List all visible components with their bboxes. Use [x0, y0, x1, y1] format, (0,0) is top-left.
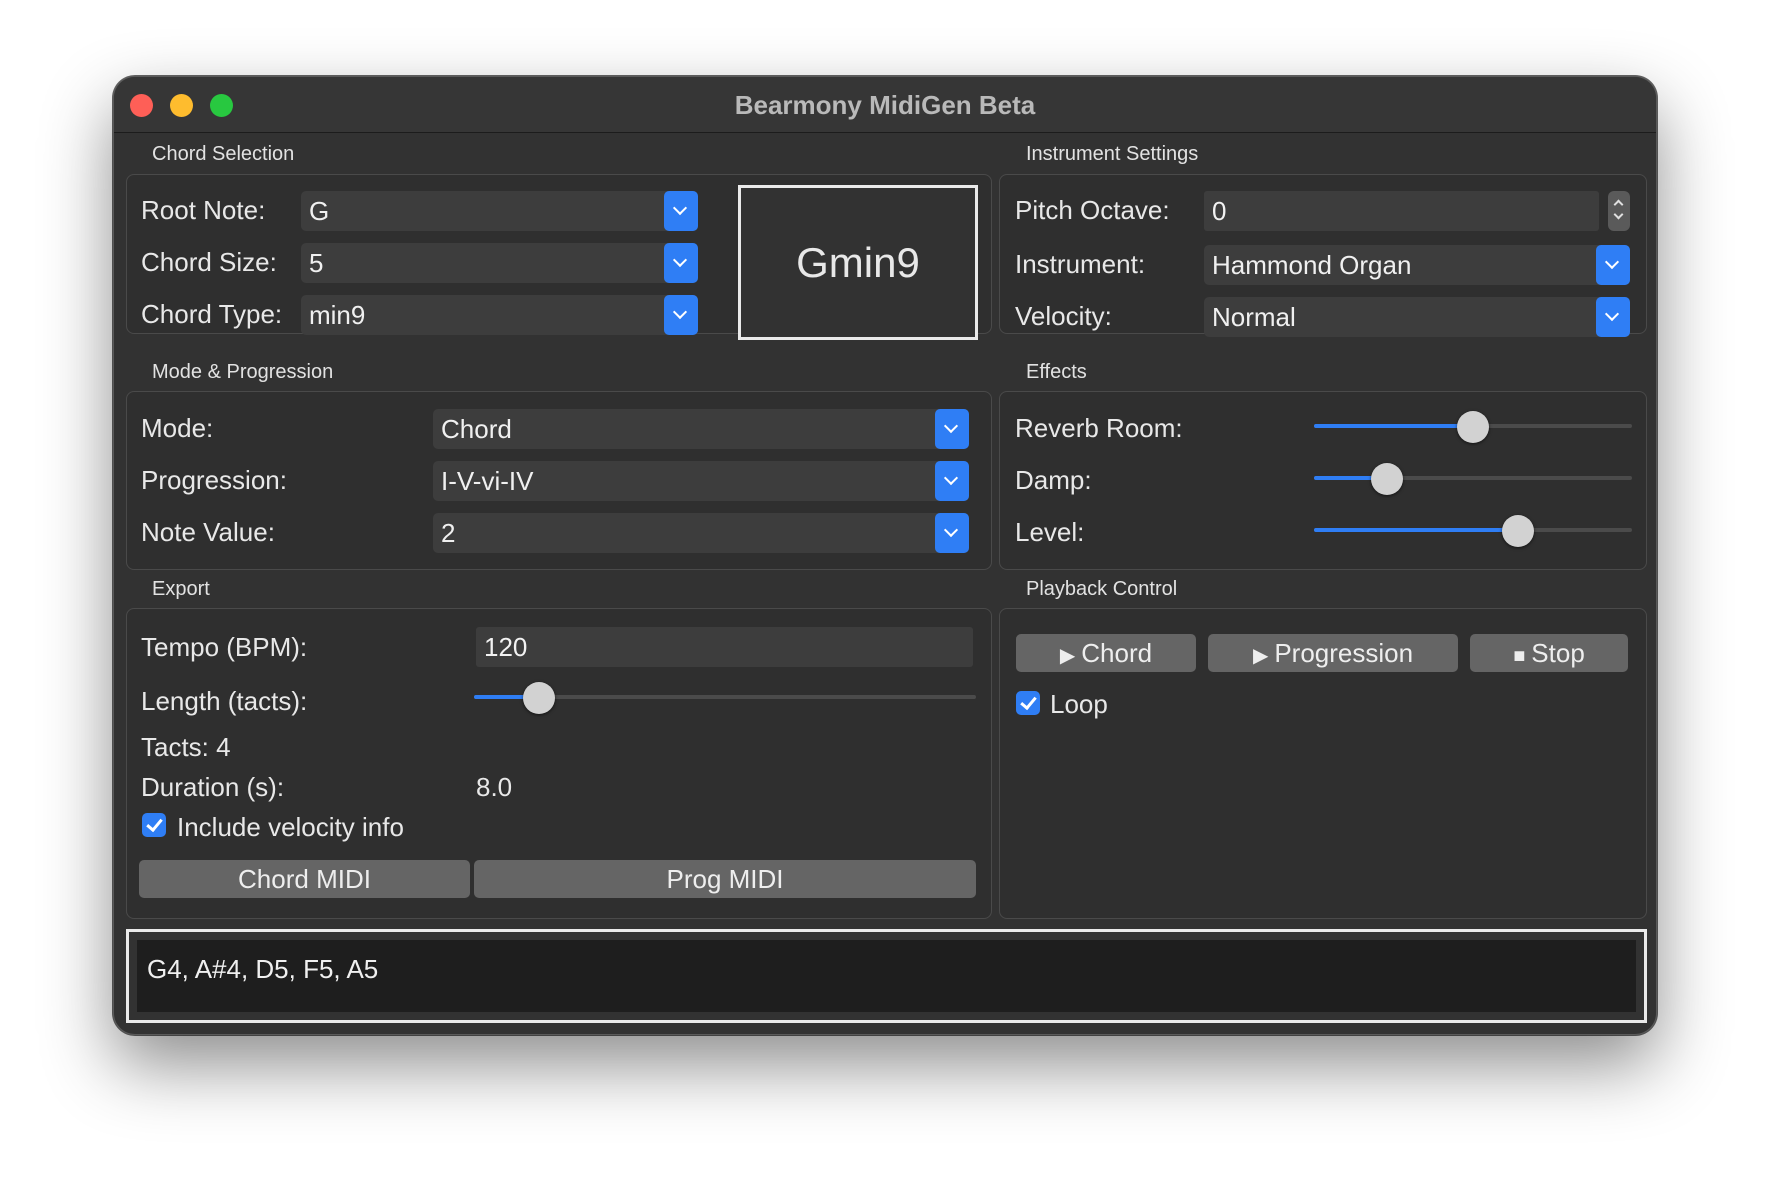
stop-icon: ■	[1513, 645, 1526, 667]
level-slider[interactable]	[1314, 515, 1632, 547]
chord-name-text: Gmin9	[796, 238, 920, 286]
play-icon: ▶	[1252, 645, 1269, 667]
play-progression-button[interactable]: ▶ Progression	[1208, 634, 1458, 672]
chord-type-label: Chord Type:	[141, 299, 283, 329]
root-note-select[interactable]: G	[301, 191, 698, 231]
mode-select[interactable]: Chord	[433, 409, 969, 449]
chord-name-display: Gmin9	[738, 185, 978, 340]
progression-select[interactable]: I-V-vi-IV	[433, 461, 969, 501]
velocity-label: Velocity:	[1015, 301, 1112, 331]
stepper-up-icon[interactable]	[1613, 199, 1624, 210]
root-note-label: Root Note:	[141, 195, 266, 225]
instrument-value: Hammond Organ	[1212, 250, 1412, 280]
notes-output: G4, A#4, D5, F5, A5	[126, 929, 1647, 1023]
note-value-label: Note Value:	[141, 517, 275, 547]
notes-output-text: G4, A#4, D5, F5, A5	[147, 954, 379, 984]
include-velocity-checkbox[interactable]	[142, 813, 166, 837]
slider-knob[interactable]	[1501, 515, 1534, 547]
export-title: Export	[152, 578, 210, 600]
slider-knob[interactable]	[1457, 411, 1489, 443]
chevron-down-icon[interactable]	[935, 409, 969, 449]
chord-type-value: min9	[309, 300, 366, 330]
reverb-room-label: Reverb Room:	[1015, 413, 1183, 443]
chevron-down-icon[interactable]	[935, 513, 969, 553]
slider-knob[interactable]	[523, 682, 556, 714]
reverb-room-slider[interactable]	[1314, 411, 1632, 443]
chord-midi-button[interactable]: Chord MIDI	[139, 860, 470, 898]
progression-label: Progression:	[141, 465, 287, 495]
prog-midi-button[interactable]: Prog MIDI	[474, 860, 976, 898]
duration-value: 8.0	[476, 772, 513, 802]
play-icon: ▶	[1059, 645, 1076, 667]
chevron-down-icon[interactable]	[935, 461, 969, 501]
chevron-down-icon[interactable]	[664, 191, 698, 231]
playback-control-title: Playback Control	[1026, 578, 1178, 600]
progression-value: I-V-vi-IV	[441, 466, 534, 496]
mode-label: Mode:	[141, 413, 214, 443]
effects-title: Effects	[1026, 361, 1087, 383]
mode-value: Chord	[441, 414, 512, 444]
loop-checkbox[interactable]	[1016, 691, 1040, 715]
notes-output-area: G4, A#4, D5, F5, A5	[137, 940, 1636, 1012]
chord-selection-title: Chord Selection	[152, 143, 295, 165]
stop-button[interactable]: ■ Stop	[1470, 634, 1628, 672]
play-progression-label: Progression	[1274, 638, 1414, 668]
slider-fill	[1314, 528, 1518, 532]
tempo-label: Tempo (BPM):	[141, 632, 308, 662]
play-chord-label: Chord	[1081, 638, 1153, 668]
tempo-field[interactable]	[476, 627, 973, 667]
root-note-value: G	[309, 196, 330, 226]
velocity-select[interactable]: Normal	[1204, 297, 1630, 337]
slider-fill	[1314, 424, 1473, 428]
velocity-value: Normal	[1212, 302, 1296, 332]
pitch-octave-input[interactable]	[1204, 191, 1599, 231]
length-slider[interactable]	[474, 682, 976, 714]
loop-label: Loop	[1050, 689, 1108, 719]
stop-label: Stop	[1531, 638, 1585, 668]
window-title: Bearmony MidiGen Beta	[734, 90, 1036, 120]
length-label: Length (tacts):	[141, 686, 308, 716]
damp-label: Damp:	[1015, 465, 1092, 495]
level-label: Level:	[1015, 517, 1085, 547]
pitch-octave-stepper[interactable]	[1608, 191, 1630, 231]
slider-knob[interactable]	[1371, 463, 1404, 495]
mode-progression-title: Mode & Progression	[152, 361, 334, 383]
pitch-octave-label: Pitch Octave:	[1015, 195, 1170, 225]
pitch-octave-field[interactable]	[1204, 191, 1599, 231]
tempo-input[interactable]	[476, 627, 973, 667]
chevron-down-icon[interactable]	[1596, 297, 1630, 337]
stepper-down-icon[interactable]	[1613, 209, 1624, 220]
tacts-text: Tacts: 4	[141, 732, 231, 762]
damp-slider[interactable]	[1314, 463, 1632, 495]
chevron-down-icon[interactable]	[664, 243, 698, 283]
instrument-label: Instrument:	[1015, 249, 1146, 279]
chord-size-label: Chord Size:	[141, 247, 277, 277]
chord-size-value: 5	[309, 248, 324, 278]
chord-size-select[interactable]: 5	[301, 243, 698, 283]
title-bar: Bearmony MidiGen Beta	[114, 77, 1656, 133]
chevron-down-icon[interactable]	[1596, 245, 1630, 285]
include-velocity-label: Include velocity info	[177, 812, 404, 842]
play-chord-button[interactable]: ▶ Chord	[1016, 634, 1196, 672]
duration-label: Duration (s):	[141, 772, 285, 802]
chevron-down-icon[interactable]	[664, 295, 698, 335]
chord-type-select[interactable]: min9	[301, 295, 698, 335]
note-value-value: 2	[441, 518, 456, 548]
instrument-settings-title: Instrument Settings	[1026, 143, 1199, 165]
instrument-select[interactable]: Hammond Organ	[1204, 245, 1630, 285]
app-window: Bearmony MidiGen Beta Chord Selection Ro…	[113, 76, 1657, 1035]
note-value-select[interactable]: 2	[433, 513, 969, 553]
